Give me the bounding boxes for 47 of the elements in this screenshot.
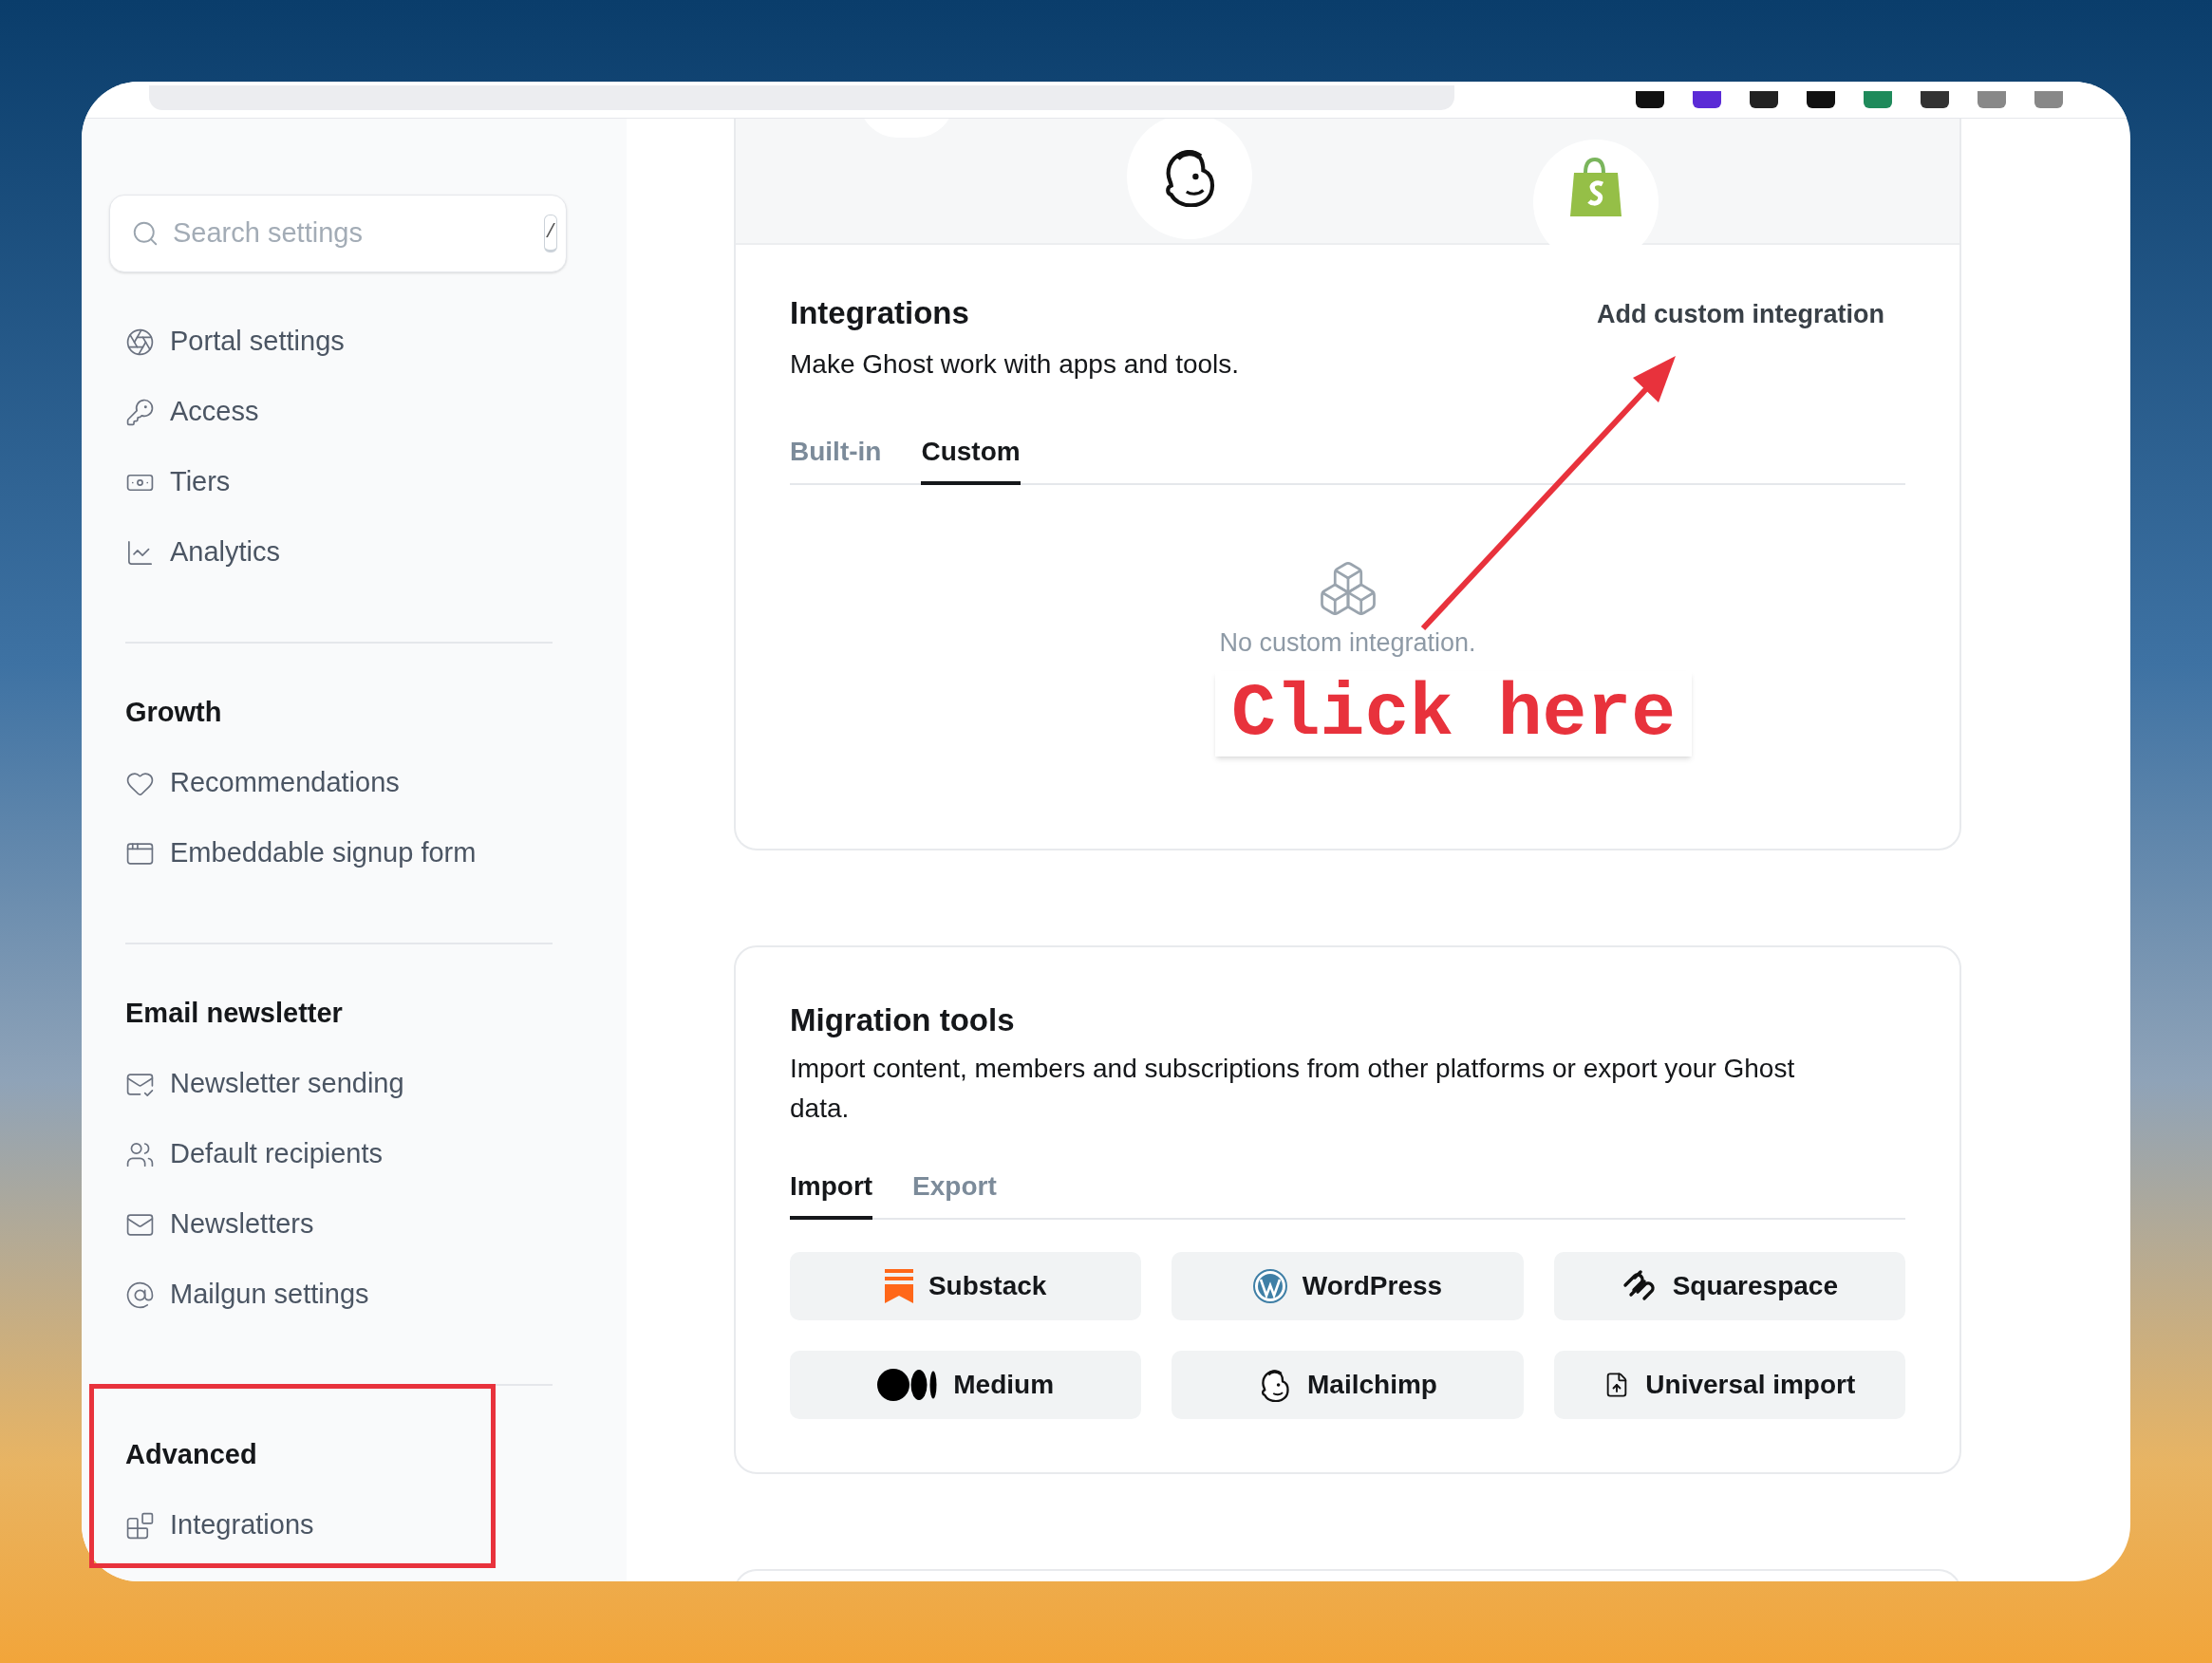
sidebar-item[interactable]: Tiers	[125, 447, 570, 517]
sidebar-item[interactable]: Portal settings	[125, 307, 570, 377]
import-button[interactable]: Universal import	[1553, 1351, 1905, 1419]
medium-logo-icon	[877, 1369, 939, 1401]
card-description: Import content, members and subscriptions from other platforms or export your Ghost data.	[790, 1053, 1796, 1125]
shopping-bag-icon	[1568, 158, 1623, 218]
sidebar-item[interactable]: Newsletters	[125, 1189, 570, 1260]
at-sign-icon	[125, 1280, 155, 1310]
sidebar-item[interactable]: Mailgun settings	[125, 1260, 570, 1330]
wordpress-logo-icon	[1252, 1269, 1287, 1303]
sidebar-item[interactable]: Recommendations	[125, 748, 570, 818]
add-integration-link[interactable]: Add custom integration	[1597, 295, 1884, 334]
callout-label: Click here	[1215, 671, 1692, 757]
shortcut-key: /	[544, 215, 557, 252]
extension-icon[interactable]	[1750, 91, 1778, 108]
sidebar-item[interactable]: Default recipients	[125, 1119, 570, 1189]
sidebar-item[interactable]: Newsletter sending	[125, 1049, 570, 1119]
search-field[interactable]: Search settings	[173, 213, 531, 254]
extension-icon[interactable]	[1693, 91, 1721, 108]
squarespace-logo-icon	[1621, 1270, 1658, 1302]
blocks-icon	[125, 1510, 155, 1541]
sidebar-item[interactable]: Embeddable signup form	[125, 818, 570, 888]
import-button[interactable]: Medium	[790, 1351, 1142, 1419]
import-button[interactable]: Substack	[790, 1252, 1142, 1320]
tab[interactable]: Custom	[921, 431, 1021, 485]
import-button[interactable]: Squarespace	[1553, 1252, 1905, 1320]
section-heading: Advanced	[125, 1438, 258, 1472]
card-title: Integrations	[790, 294, 970, 332]
sidebar-item[interactable]: Access	[125, 377, 570, 447]
extension-icon[interactable]	[1921, 91, 1949, 108]
card-title: Migration tools	[790, 1000, 1016, 1039]
sidebar-item[interactable]: Analytics	[125, 517, 570, 588]
section-heading: Email newsletter	[125, 997, 344, 1031]
extension-icon[interactable]	[1807, 91, 1835, 108]
import-button[interactable]: Mailchimp	[1172, 1351, 1524, 1419]
tab[interactable]: Import	[790, 1167, 873, 1220]
extension-icon[interactable]	[1636, 91, 1664, 108]
card-description: Make Ghost work with apps and tools.	[790, 347, 1240, 381]
search-box[interactable]: Search settings /	[109, 195, 567, 272]
import-button[interactable]: WordPress	[1172, 1252, 1524, 1320]
substack-logo-icon	[884, 1269, 913, 1303]
aperture-icon	[125, 327, 155, 357]
sidebar-item[interactable]: Integrations	[125, 1490, 570, 1560]
section-heading: Growth	[125, 696, 223, 730]
search-icon	[131, 219, 159, 248]
key-icon	[125, 397, 155, 427]
empty-state-text: No custom integration.	[1219, 626, 1476, 659]
